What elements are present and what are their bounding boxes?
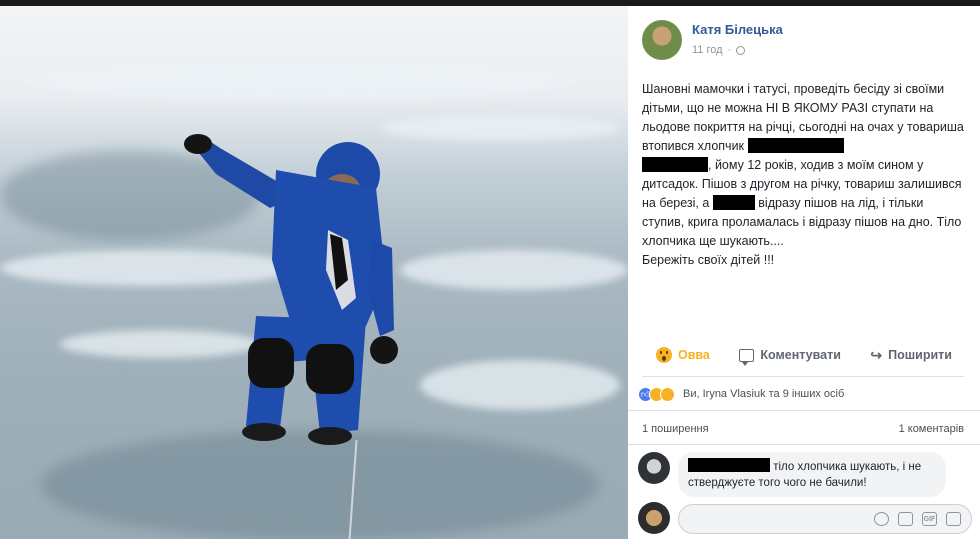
ice-highlight: [380, 115, 620, 141]
ice-highlight: [20, 60, 580, 100]
gif-icon[interactable]: GIF: [922, 512, 937, 526]
reactions-summary[interactable]: 👍︎ Ви, Iryna Vlasiuk та 9 інших осіб: [638, 384, 844, 404]
comment-input[interactable]: GIF: [678, 504, 972, 534]
post-header: Катя Білецька 11 год ·: [642, 20, 962, 64]
wow-icon: [660, 386, 675, 402]
wow-icon: [656, 347, 672, 363]
post-actions: Овва Коментувати ↪ Поширити: [642, 340, 964, 370]
redaction-bar: [747, 138, 844, 153]
comment-item: тіло хлопчика шукають, і не стверджуєте …: [638, 452, 973, 498]
redaction-bar: [642, 157, 708, 172]
redaction-bar: [688, 458, 770, 472]
ice-highlight: [400, 250, 628, 290]
share-icon: ↪: [870, 347, 883, 363]
author-name[interactable]: Катя Білецька: [692, 22, 783, 37]
comment-label: Коментувати: [760, 348, 841, 362]
comments-count[interactable]: 1 коментарів: [899, 423, 964, 435]
author-avatar[interactable]: [642, 20, 682, 60]
photo-top-frame: [0, 0, 628, 6]
wow-label: Овва: [678, 348, 710, 362]
emoji-icon[interactable]: [874, 512, 889, 526]
engagement-counts: 1 поширення 1 коментарів: [642, 423, 964, 435]
divider: [628, 410, 980, 411]
reactions-label[interactable]: Ви, Iryna Vlasiuk та 9 інших осіб: [683, 388, 844, 400]
sticker-icon[interactable]: [946, 512, 961, 526]
current-user-avatar[interactable]: [638, 502, 670, 534]
camera-icon[interactable]: [898, 512, 913, 526]
meta-separator: ·: [727, 44, 732, 56]
redaction-bar: [712, 195, 755, 210]
child-figure: [184, 134, 398, 445]
comment-button[interactable]: Коментувати: [739, 348, 841, 366]
post-time[interactable]: 11 год: [692, 44, 723, 56]
share-label: Поширити: [888, 348, 952, 362]
post-photo[interactable]: [0, 0, 628, 539]
privacy-icon[interactable]: [736, 45, 746, 55]
post-body: Шановні мамочки і татусі, проведіть бесі…: [642, 80, 964, 270]
shares-count[interactable]: 1 поширення: [642, 423, 709, 435]
wow-reaction-button[interactable]: Овва: [656, 347, 710, 363]
post-panel: Катя Білецька 11 год · Шановні мамочки і…: [628, 0, 980, 539]
divider: [628, 444, 980, 445]
share-button[interactable]: ↪ Поширити: [870, 348, 952, 362]
comment-bubble: тіло хлопчика шукають, і не стверджуєте …: [678, 452, 946, 497]
reaction-icons: 👍︎: [638, 386, 675, 402]
commenter-avatar[interactable]: [638, 452, 670, 484]
divider: [642, 376, 964, 377]
post-meta: 11 год ·: [692, 44, 746, 56]
comment-icon: [739, 348, 755, 366]
comment-composer: GIF: [638, 500, 973, 536]
ice-highlight: [420, 360, 620, 410]
composer-icons: GIF: [874, 512, 961, 526]
